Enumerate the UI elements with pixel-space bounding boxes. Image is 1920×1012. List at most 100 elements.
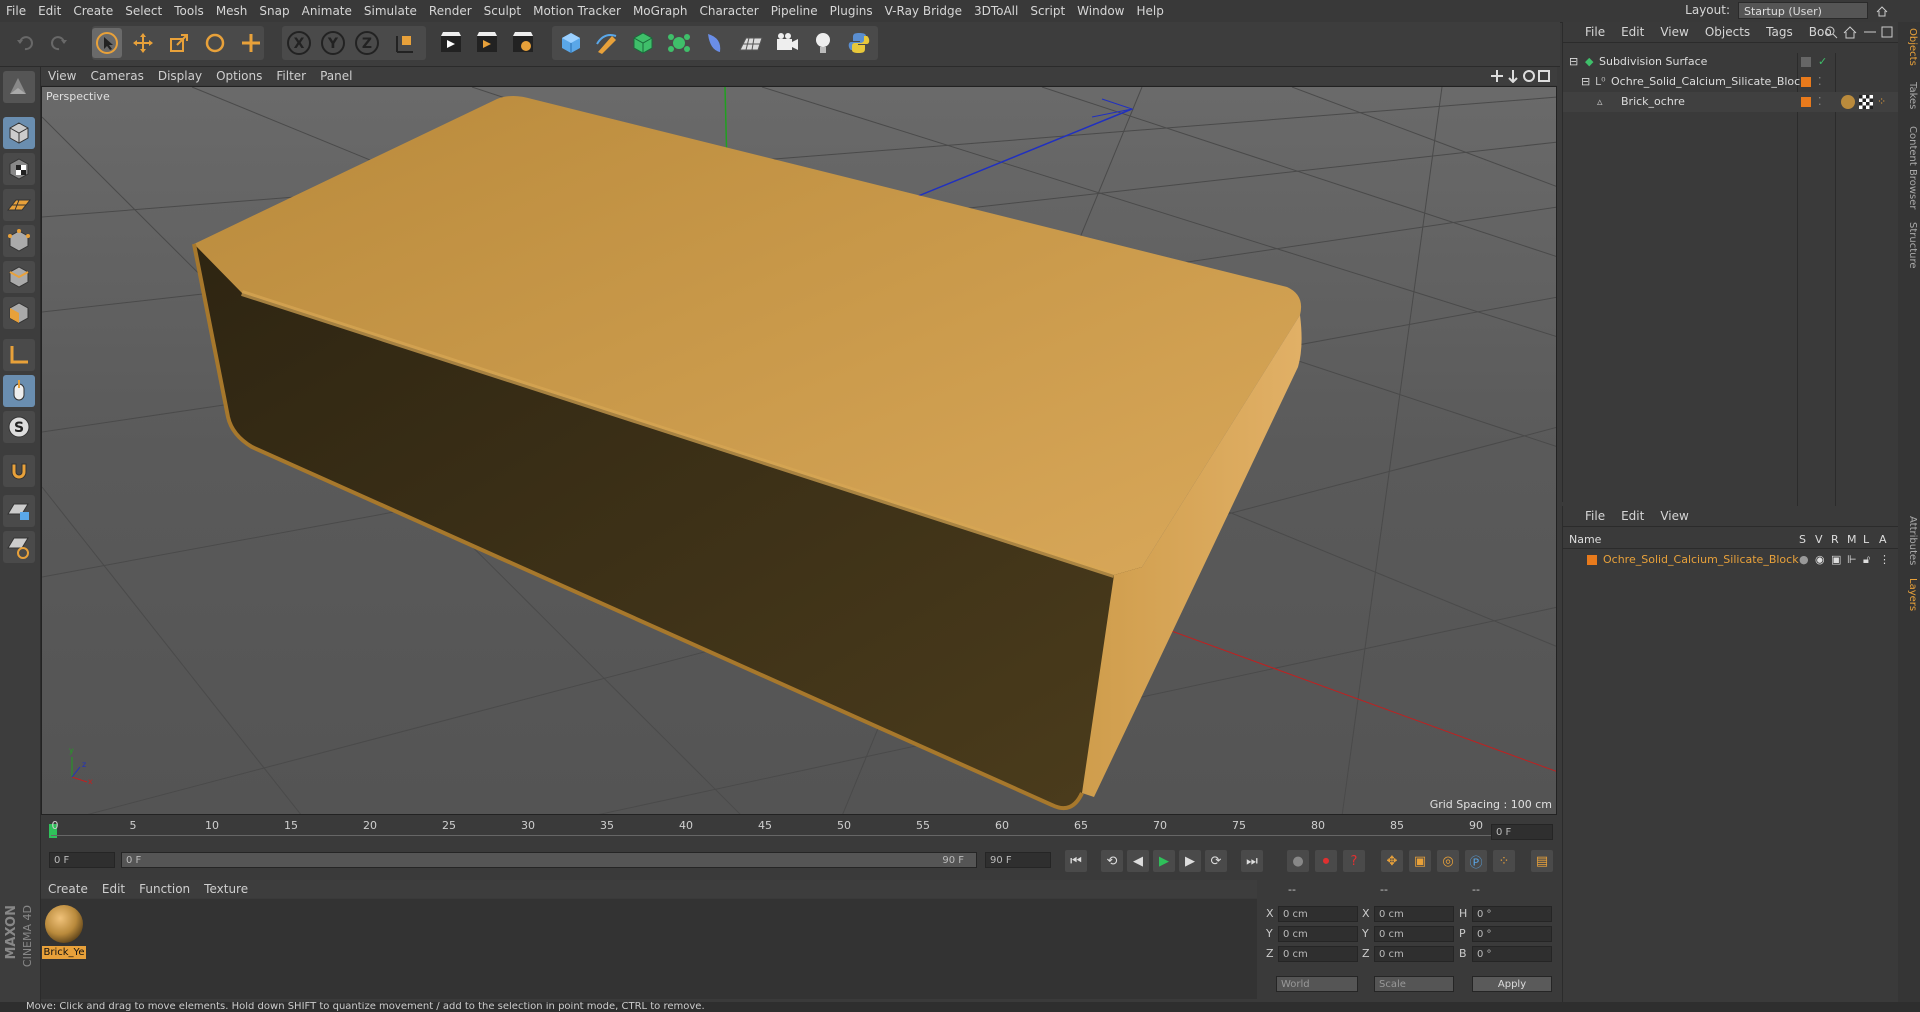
light-object-icon[interactable] bbox=[808, 28, 838, 58]
layout-icons[interactable] bbox=[1874, 3, 1890, 19]
lock-toggle-icon[interactable]: 🔓︎ bbox=[1863, 550, 1870, 570]
layout-select[interactable]: Startup (User) bbox=[1738, 2, 1868, 19]
layer-color-icon[interactable] bbox=[1801, 97, 1811, 107]
timeline-window-icon[interactable]: ▤ bbox=[1531, 850, 1553, 872]
object-menu-tags[interactable]: Tags bbox=[1758, 22, 1801, 42]
goto-start-icon[interactable]: ⏮ bbox=[1065, 850, 1087, 872]
python-icon[interactable] bbox=[844, 28, 874, 58]
points-mode-icon[interactable] bbox=[3, 225, 35, 257]
texture-mode-icon[interactable] bbox=[3, 153, 35, 185]
menu-edit[interactable]: Edit bbox=[32, 0, 67, 22]
rotate-tool-icon[interactable] bbox=[200, 28, 230, 58]
keyframe-selection-icon[interactable]: ? bbox=[1343, 850, 1365, 872]
subdivision-surface-icon[interactable] bbox=[628, 28, 658, 58]
render-settings-icon[interactable] bbox=[508, 28, 538, 58]
make-editable-icon[interactable] bbox=[3, 71, 35, 103]
coordinate-mode-select[interactable]: World bbox=[1276, 976, 1358, 992]
viewport-menu-panel[interactable]: Panel bbox=[313, 67, 359, 85]
timeline-ruler[interactable]: 0 5 10 15 20 25 30 35 40 45 50 55 60 65 … bbox=[41, 818, 1557, 846]
autokey-icon[interactable]: ⏺ bbox=[1315, 850, 1337, 872]
tab-structure[interactable]: Structure bbox=[1900, 222, 1918, 269]
render-view-icon[interactable] bbox=[436, 28, 466, 58]
layer-color-icon[interactable] bbox=[1801, 57, 1811, 67]
menu-motion-tracker[interactable]: Motion Tracker bbox=[527, 0, 627, 22]
workplane-mode-icon[interactable] bbox=[3, 189, 35, 221]
tree-toggle-icon[interactable]: ⊟ bbox=[1569, 52, 1578, 72]
camera-object-icon[interactable] bbox=[772, 28, 802, 58]
tab-content-browser[interactable]: Content Browser bbox=[1900, 126, 1918, 209]
rotation-p-field[interactable]: 0 ° bbox=[1472, 926, 1552, 942]
menu-plugins[interactable]: Plugins bbox=[824, 0, 879, 22]
edges-mode-icon[interactable] bbox=[3, 261, 35, 293]
select-tool-icon[interactable] bbox=[92, 28, 122, 58]
start-frame-field[interactable]: 0 F bbox=[49, 852, 115, 868]
menu-pipeline[interactable]: Pipeline bbox=[765, 0, 824, 22]
menu-window[interactable]: Window bbox=[1071, 0, 1130, 22]
size-z-field[interactable]: 0 cm bbox=[1374, 946, 1454, 962]
brick-object[interactable] bbox=[192, 96, 1302, 810]
object-menu-file[interactable]: File bbox=[1577, 22, 1613, 42]
locked-workplane-icon[interactable] bbox=[3, 495, 35, 527]
material-menu-function[interactable]: Function bbox=[132, 880, 197, 898]
object-menu-edit[interactable]: Edit bbox=[1613, 22, 1652, 42]
planar-workplane-icon[interactable] bbox=[3, 531, 35, 563]
coordinate-type-select[interactable]: Scale bbox=[1374, 976, 1454, 992]
object-row-brick[interactable]: ▵ Brick_ochre ⁚ ⁘ bbox=[1563, 92, 1903, 112]
cloner-icon[interactable] bbox=[664, 28, 694, 58]
position-y-field[interactable]: 0 cm bbox=[1278, 926, 1358, 942]
tweak-mode-icon[interactable] bbox=[3, 375, 35, 407]
menu-simulate[interactable]: Simulate bbox=[358, 0, 423, 22]
viewport-menu-view[interactable]: View bbox=[41, 67, 83, 85]
render-picture-viewer-icon[interactable] bbox=[472, 28, 502, 58]
manager-toggle-icon[interactable]: ⊩ bbox=[1847, 550, 1857, 570]
material-tag-icon[interactable] bbox=[1841, 95, 1855, 109]
undo-icon[interactable] bbox=[10, 28, 40, 58]
tab-layers[interactable]: Layers bbox=[1900, 578, 1918, 611]
tree-toggle-icon[interactable]: ⊟ bbox=[1581, 72, 1590, 92]
solo-toggle-icon[interactable]: ● bbox=[1799, 550, 1809, 570]
previous-frame-icon[interactable]: ◀ bbox=[1127, 850, 1149, 872]
material-menu-create[interactable]: Create bbox=[41, 880, 95, 898]
layer-row[interactable]: Ochre_Solid_Calcium_Silicate_Block ● ◉ ▣… bbox=[1563, 550, 1903, 570]
viewport-menu-options[interactable]: Options bbox=[209, 67, 269, 85]
move-tool-icon[interactable] bbox=[128, 28, 158, 58]
end-frame-field[interactable]: 90 F bbox=[985, 852, 1051, 868]
scale-tool-icon[interactable] bbox=[164, 28, 194, 58]
layer-color-swatch[interactable] bbox=[1587, 555, 1597, 565]
menu-3dtoall[interactable]: 3DToAll bbox=[968, 0, 1024, 22]
redo-icon[interactable] bbox=[44, 28, 74, 58]
object-row-subdivision[interactable]: ⊟ ◆ Subdivision Surface ✓ bbox=[1563, 52, 1903, 72]
menu-help[interactable]: Help bbox=[1130, 0, 1169, 22]
goto-end-icon[interactable]: ⏭ bbox=[1241, 850, 1263, 872]
live-selection-icon[interactable] bbox=[236, 28, 266, 58]
menu-render[interactable]: Render bbox=[423, 0, 478, 22]
frame-range-slider[interactable]: 0 F 90 F bbox=[121, 852, 977, 868]
y-axis-lock-icon[interactable]: Y bbox=[318, 28, 348, 58]
layer-name[interactable]: Ochre_Solid_Calcium_Silicate_Block bbox=[1603, 550, 1799, 570]
tab-takes[interactable]: Takes bbox=[1900, 82, 1918, 109]
menu-character[interactable]: Character bbox=[693, 0, 764, 22]
axis-mode-icon[interactable] bbox=[3, 339, 35, 371]
object-row-block[interactable]: ⊟ L⁰ Ochre_Solid_Calcium_Silicate_Block … bbox=[1563, 72, 1903, 92]
key-pla-icon[interactable]: ⁘ bbox=[1493, 850, 1515, 872]
rotation-h-field[interactable]: 0 ° bbox=[1472, 906, 1552, 922]
render-toggle-icon[interactable]: ▣ bbox=[1831, 550, 1841, 570]
menu-create[interactable]: Create bbox=[67, 0, 119, 22]
play-icon[interactable]: ▶ bbox=[1153, 850, 1175, 872]
layer-menu-file[interactable]: File bbox=[1577, 506, 1613, 526]
menu-sculpt[interactable]: Sculpt bbox=[478, 0, 527, 22]
floor-object-icon[interactable] bbox=[736, 28, 766, 58]
3d-viewport[interactable]: y x z Perspective Grid Spacing : 100 cm bbox=[41, 86, 1557, 815]
z-axis-lock-icon[interactable]: Z bbox=[352, 28, 382, 58]
viewport-menu-cameras[interactable]: Cameras bbox=[83, 67, 150, 85]
record-keys-icon[interactable]: ● bbox=[1287, 850, 1309, 872]
uvw-tag-icon[interactable] bbox=[1859, 95, 1873, 109]
snapping-icon[interactable]: S bbox=[3, 411, 35, 443]
pen-spline-icon[interactable] bbox=[592, 28, 622, 58]
cube-object-icon[interactable] bbox=[556, 28, 586, 58]
current-frame-field[interactable]: 0 F bbox=[1491, 824, 1553, 840]
object-menu-objects[interactable]: Objects bbox=[1697, 22, 1758, 42]
animation-toggle-icon[interactable]: ⋮ bbox=[1879, 550, 1890, 570]
menu-tools[interactable]: Tools bbox=[168, 0, 210, 22]
menu-vray-bridge[interactable]: V-Ray Bridge bbox=[879, 0, 968, 22]
